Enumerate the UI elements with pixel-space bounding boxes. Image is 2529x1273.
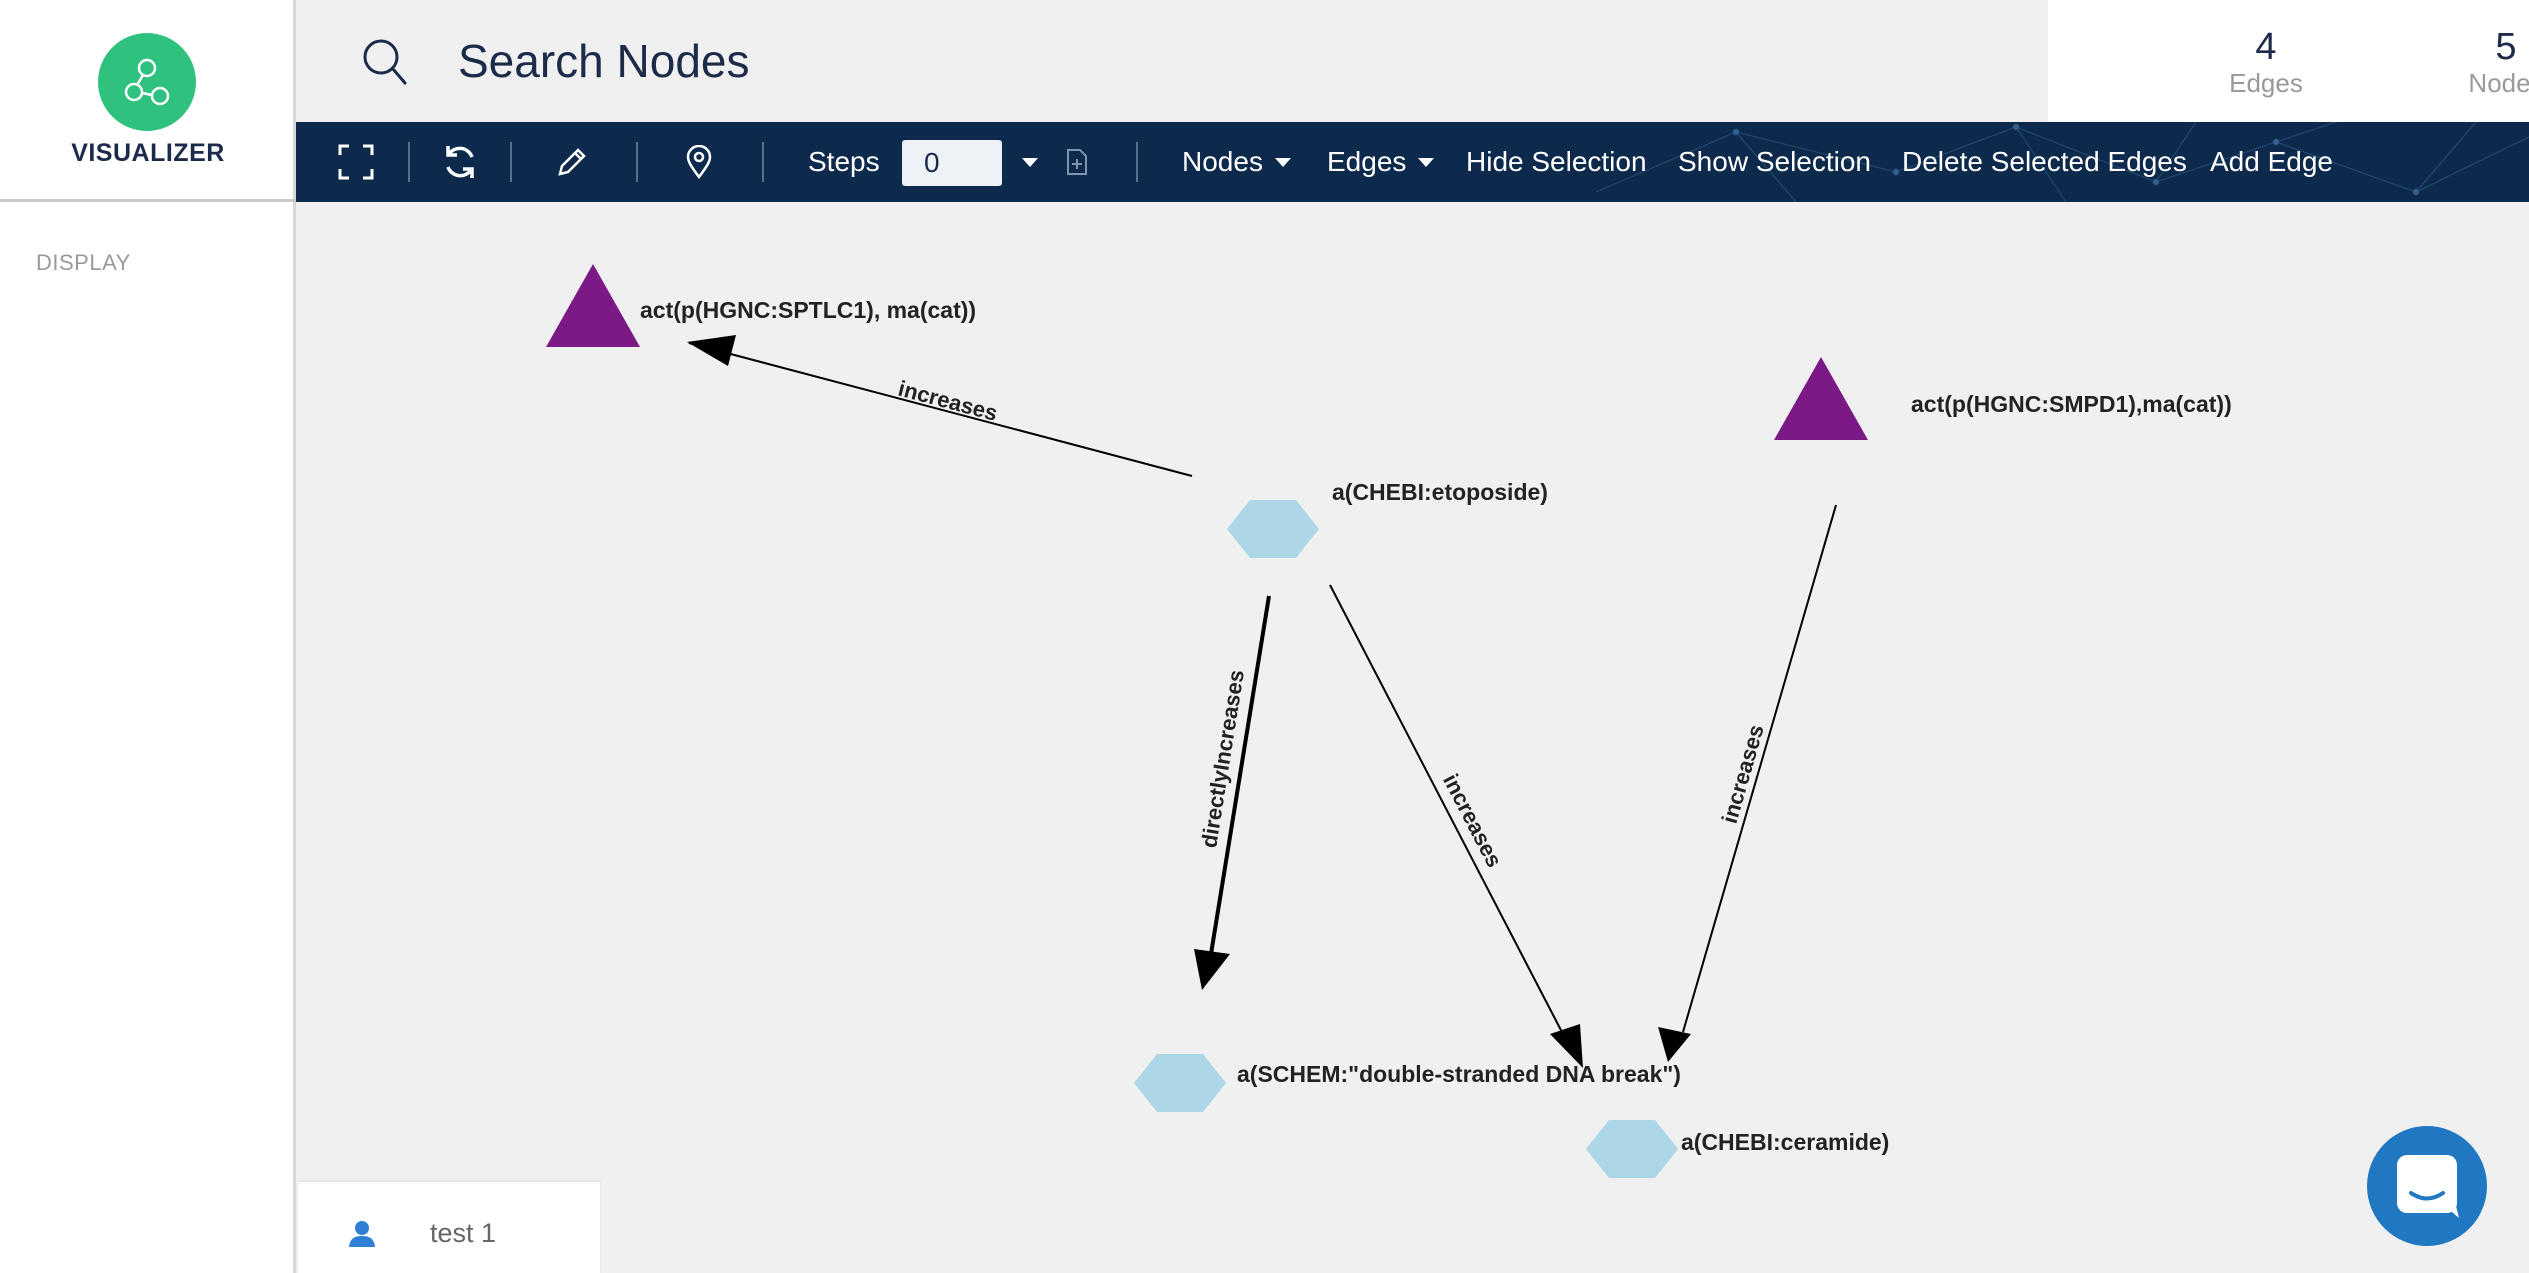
nodes-menu[interactable]: Nodes <box>1182 122 1291 202</box>
edit-pencil-icon[interactable] <box>556 122 588 202</box>
chat-icon <box>2397 1155 2459 1218</box>
toolbar-divider <box>408 142 410 182</box>
toolbar: Steps Nodes Edges Hide Selection Show Se… <box>296 122 2529 202</box>
add-file-icon[interactable] <box>1066 122 1088 202</box>
hide-selection-button[interactable]: Hide Selection <box>1466 122 1647 202</box>
add-edge-button[interactable]: Add Edge <box>2210 122 2333 202</box>
edge-label: increases <box>1438 770 1507 872</box>
triangle-node-icon <box>1774 357 1868 440</box>
edges-menu-label: Edges <box>1327 146 1407 177</box>
arrowhead <box>1658 1027 1691 1062</box>
toolbar-divider <box>636 142 638 182</box>
toolbar-divider <box>762 142 764 182</box>
node-label: a(CHEBI:etoposide) <box>1332 479 1548 505</box>
edges-menu[interactable]: Edges <box>1327 122 1435 202</box>
user-panel[interactable]: test 1 <box>298 1182 600 1273</box>
network-logo-icon <box>98 33 196 131</box>
steps-dropdown-icon[interactable] <box>1022 122 1038 202</box>
toolbar-divider <box>510 142 512 182</box>
fullscreen-icon[interactable] <box>338 122 374 202</box>
user-icon <box>348 1220 376 1253</box>
node-label: act(p(HGNC:SMPD1),ma(cat)) <box>1911 391 2232 417</box>
toolbar-divider <box>1136 142 1138 182</box>
display-section-label[interactable]: DISPLAY <box>36 250 131 276</box>
edges-count: 4 <box>2255 26 2277 68</box>
graph-node[interactable]: a(CHEBI:etoposide) <box>1227 479 1548 558</box>
graph-node[interactable]: act(p(HGNC:SMPD1),ma(cat)) <box>1774 357 2232 440</box>
search-input[interactable] <box>456 30 1660 92</box>
delete-selected-edges-button[interactable]: Delete Selected Edges <box>1902 122 2187 202</box>
arrowhead <box>1194 949 1230 990</box>
search-bar <box>296 0 2048 122</box>
graph-stats: 4 Edges 5 Nodes <box>2048 0 2529 122</box>
edges-stat-label: Edges <box>2229 68 2303 98</box>
graph-canvas[interactable]: increases directlyIncreases increases in… <box>296 202 2529 1273</box>
graph-edge[interactable]: directlyIncreases <box>1194 595 1271 990</box>
graph-edge[interactable]: increases <box>1329 584 1583 1068</box>
show-selection-button[interactable]: Show Selection <box>1678 122 1871 202</box>
nodes-stat: 5 Nodes <box>2406 26 2529 98</box>
chat-button[interactable] <box>2367 1126 2487 1246</box>
hexagon-node-icon <box>1227 500 1319 558</box>
edge-label: increases <box>896 376 1001 426</box>
edges-stat: 4 Edges <box>2166 26 2366 98</box>
sidebar: VISUALIZER DISPLAY <box>0 0 296 1273</box>
search-icon[interactable] <box>362 38 408 91</box>
nodes-menu-label: Nodes <box>1182 146 1263 177</box>
app-name: VISUALIZER <box>71 139 225 167</box>
triangle-node-icon <box>546 264 640 347</box>
chevron-down-icon <box>1418 157 1435 167</box>
location-pin-icon[interactable] <box>686 122 712 202</box>
nodes-stat-label: Nodes <box>2468 68 2529 98</box>
graph-node[interactable]: a(SCHEM:"double-stranded DNA break") <box>1134 1054 1681 1112</box>
hexagon-node-icon <box>1586 1120 1678 1178</box>
node-label: a(SCHEM:"double-stranded DNA break") <box>1237 1061 1681 1087</box>
nodes-count: 5 <box>2495 26 2517 68</box>
steps-input[interactable] <box>902 140 1002 186</box>
graph-edge[interactable]: increases <box>1658 504 1837 1062</box>
steps-label: Steps <box>808 146 880 177</box>
app-logo[interactable]: VISUALIZER <box>0 0 296 202</box>
edge-label: increases <box>1717 722 1769 826</box>
chevron-down-icon <box>1274 157 1291 167</box>
graph-edge[interactable]: increases <box>687 335 1193 477</box>
node-label: a(CHEBI:ceramide) <box>1681 1129 1889 1155</box>
node-label: act(p(HGNC:SPTLC1), ma(cat)) <box>640 297 976 323</box>
graph-node[interactable]: act(p(HGNC:SPTLC1), ma(cat)) <box>546 264 976 347</box>
refresh-icon[interactable] <box>442 122 478 202</box>
graph-node[interactable]: a(CHEBI:ceramide) <box>1586 1120 1889 1178</box>
user-name: test 1 <box>430 1218 497 1248</box>
hexagon-node-icon <box>1134 1054 1226 1112</box>
arrowhead <box>687 335 736 366</box>
